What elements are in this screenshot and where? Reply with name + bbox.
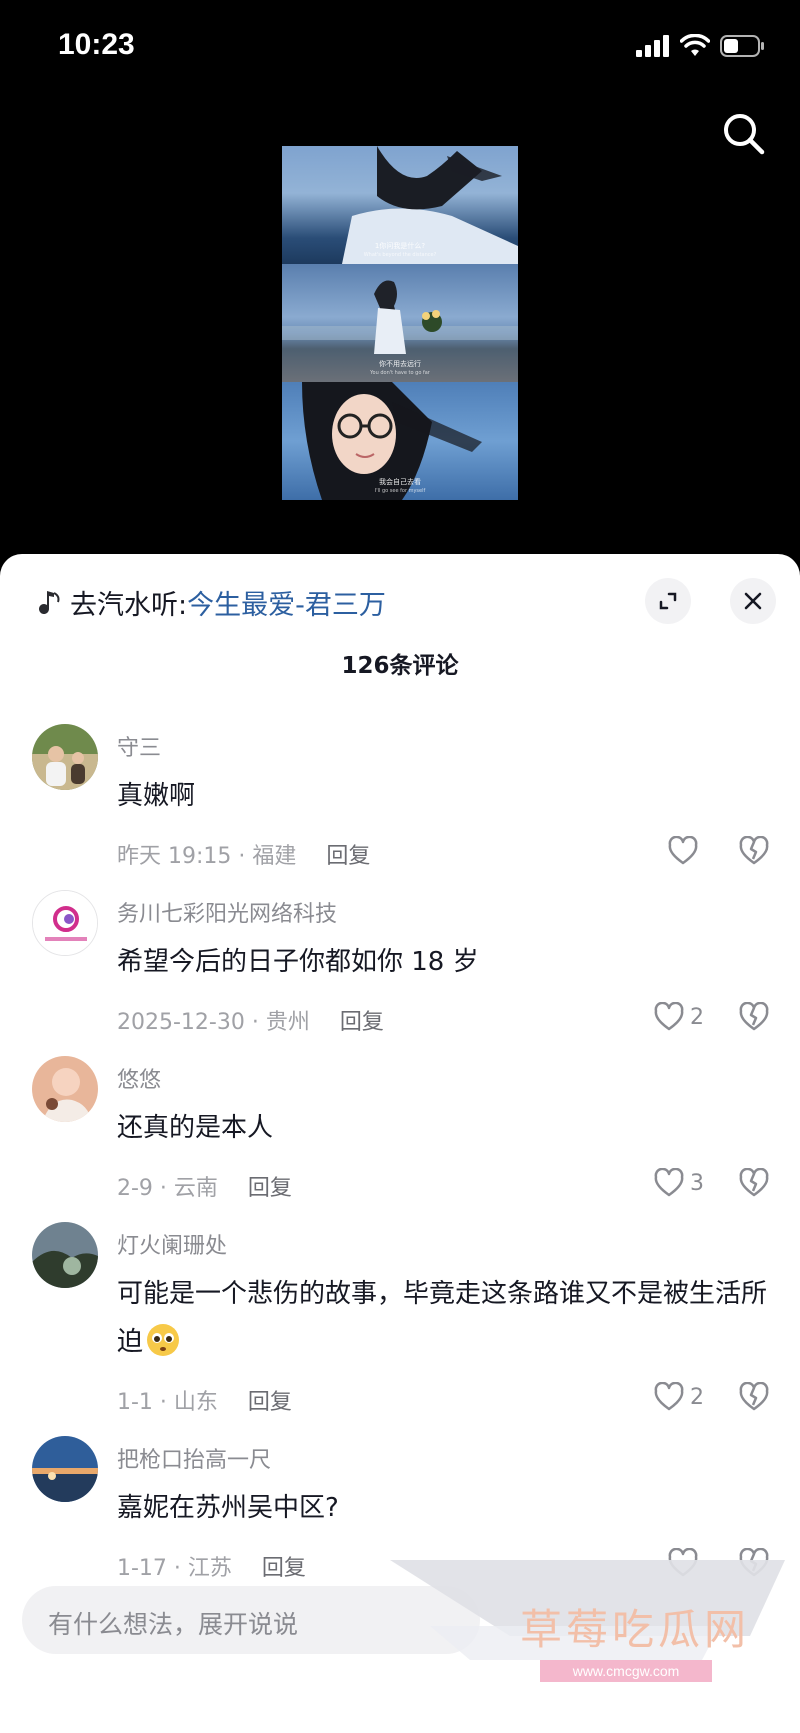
status-bar: 10:23 [0,0,800,100]
comment-text: 可能是一个悲伤的故事，毕竟走这条路谁又不是被生活所迫 [117,1279,768,1357]
heart-icon [668,836,698,865]
battery-icon [720,35,764,57]
like-button[interactable]: 2 [653,1002,704,1032]
video-frame-1: 1你问我是什么? What's beyond the distance? [282,146,518,264]
comment-meta: 1-17 · 江苏 回复 [117,1550,306,1582]
music-prefix: 去汽水听: [70,589,188,621]
broken-heart-icon [739,835,769,865]
like-count: 3 [690,1170,704,1196]
comment-time-location: 2025-12-30 · 贵州 [117,1010,310,1035]
avatar-image [32,1056,98,1122]
subtitle-1: 1你问我是什么? What's beyond the distance? [363,242,437,258]
subtitle-2: 你不用去远行 You don't have to go far [370,360,430,376]
status-time: 10:23 [58,28,135,61]
comment-text: 嘉妮在苏州吴中区? [117,1493,339,1523]
music-title[interactable]: 今生最爱-君三万 [187,583,386,622]
heart-icon [654,1168,684,1197]
avatar-image [32,724,98,790]
watermark-text: 草莓吃瓜网 [520,1605,751,1654]
broken-heart-icon [739,1167,769,1197]
close-icon [744,592,762,610]
reply-button[interactable]: 回复 [262,1550,306,1582]
avatar[interactable] [32,890,98,956]
heart-icon [654,1002,684,1031]
comment-meta: 2025-12-30 · 贵州 回复 [117,1004,384,1036]
expand-button[interactable] [645,578,691,624]
video-player[interactable]: 1你问我是什么? What's beyond the distance? 你不用去… [282,146,518,500]
like-button[interactable]: 2 [653,1382,704,1412]
comment-input-placeholder: 有什么想法，展开说说 [48,1610,299,1639]
comment-count: 126条评论 [341,653,459,679]
broken-heart-icon [739,1381,769,1411]
avatar-image [32,1436,98,1502]
reply-button[interactable]: 回复 [248,1170,292,1202]
avatar[interactable] [32,1222,98,1288]
comment-meta: 2-9 · 云南 回复 [117,1170,292,1202]
dislike-button[interactable] [738,835,770,870]
comment-time-location: 1-1 · 山东 [117,1390,218,1415]
music-note-icon [39,591,60,614]
like-count: 2 [690,1384,704,1410]
heart-icon [654,1382,684,1411]
music-link[interactable]: 去汽水听: 今生最爱-君三万 [34,582,386,622]
reply-button[interactable]: 回复 [326,838,370,870]
comment-text: 真嫩啊 [117,781,196,811]
reply-button[interactable]: 回复 [340,1004,384,1036]
comment-username[interactable]: 把枪口抬高一尺 [117,1442,271,1474]
video-frame-3: 我会自己去看 I'll go see for myself [282,382,518,500]
search-icon [724,114,765,155]
watermark: 草莓吃瓜网 www.cmcgw.com [390,1556,785,1724]
video-frame-2: 你不用去远行 You don't have to go far [282,264,518,382]
wifi-icon [680,34,710,56]
dislike-button[interactable] [738,1167,770,1202]
comment-username[interactable]: 守三 [117,730,161,762]
like-count: 2 [690,1004,704,1030]
avatar-image [32,1222,98,1288]
comment-username[interactable]: 悠悠 [117,1062,161,1094]
comment-time-location: 2-9 · 云南 [117,1176,218,1201]
comment-meta: 昨天 19:15 · 福建 回复 [117,838,370,870]
status-icons [636,34,766,58]
signal-icon [636,35,669,57]
dislike-button[interactable] [738,1381,770,1416]
close-button[interactable] [730,578,776,624]
expand-icon [659,592,677,610]
subtitle-3: 我会自己去看 I'll go see for myself [374,478,426,494]
avatar[interactable] [32,1436,98,1502]
comment-username[interactable]: 务川七彩阳光网络科技 [117,896,337,928]
dislike-button[interactable] [738,1001,770,1036]
comment-meta: 1-1 · 山东 回复 [117,1384,292,1416]
reply-button[interactable]: 回复 [248,1384,292,1416]
like-button[interactable]: 3 [653,1168,704,1198]
broken-heart-icon [739,1001,769,1031]
avatar[interactable] [32,724,98,790]
comment-text: 希望今后的日子你都如你 18 岁 [117,947,479,977]
pleading-face-emoji-icon [147,1324,180,1356]
comment-text: 还真的是本人 [117,1113,274,1143]
avatar-image [33,891,97,955]
like-button[interactable] [667,836,704,866]
search-button[interactable] [718,108,770,160]
comment-time-location: 昨天 19:15 · 福建 [117,844,297,869]
comment-username[interactable]: 灯火阑珊处 [117,1228,227,1260]
comment-time-location: 1-17 · 江苏 [117,1556,232,1581]
watermark-url: www.cmcgw.com [540,1660,712,1682]
avatar[interactable] [32,1056,98,1122]
